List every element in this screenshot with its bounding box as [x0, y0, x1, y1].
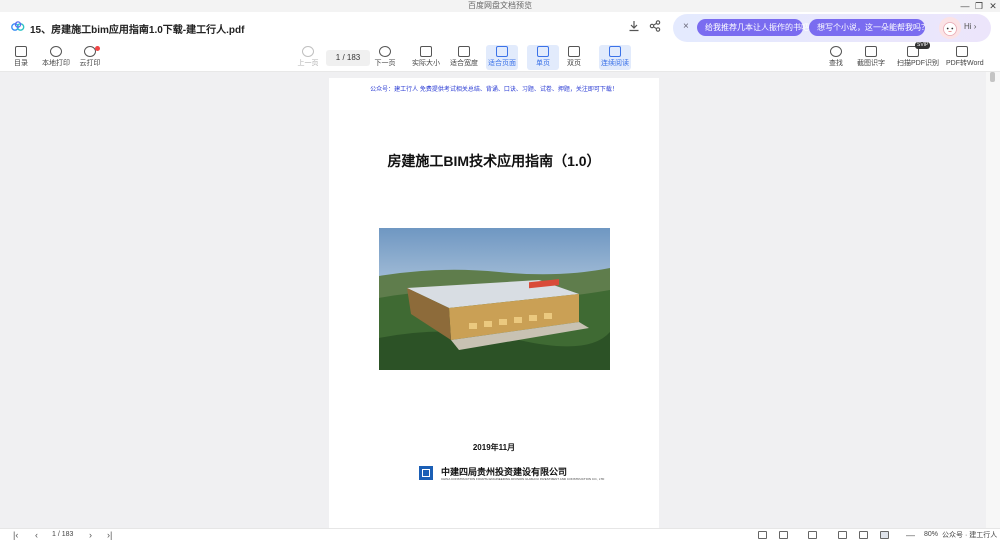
- find-button[interactable]: 查找: [820, 45, 852, 70]
- local-print-button[interactable]: 本地打印: [40, 45, 72, 70]
- notification-dot: [95, 46, 100, 51]
- continuous-view-icon[interactable]: [808, 531, 817, 539]
- zoom-level[interactable]: 80%: [924, 529, 938, 541]
- local-print-label: 本地打印: [42, 60, 70, 67]
- window-titlebar: 百度网盘文档预览 — ❐ ✕: [0, 0, 1000, 12]
- cloud-print-button[interactable]: 云打印: [74, 45, 106, 70]
- search-icon: [830, 46, 842, 57]
- prev-page-label: 上一页: [297, 60, 319, 67]
- pdf-to-word-label: PDF转Word: [946, 60, 984, 67]
- fit-page-button[interactable]: 适合页面: [486, 45, 518, 70]
- ai-avatar[interactable]: [939, 17, 961, 39]
- screenshot-ocr-label: 截图识字: [857, 60, 885, 67]
- first-page-icon[interactable]: |‹: [13, 529, 18, 541]
- pdf-to-word-icon: [956, 46, 968, 57]
- vertical-scrollbar[interactable]: [986, 72, 1000, 528]
- scrollbar-thumb[interactable]: [990, 72, 995, 82]
- company-name-en: CHINA CONSTRUCTION FOURTH ENGINEERING DI…: [441, 477, 605, 481]
- actual-size-view-icon[interactable]: [838, 531, 847, 539]
- prev-page-icon[interactable]: ‹: [35, 529, 38, 541]
- continuous-read-label: 连续阅读: [601, 60, 629, 67]
- watermark-text: 公众号 · 建工行人: [942, 532, 998, 539]
- file-name: 15、房建施工bim应用指南1.0下载-建工行人.pdf: [30, 25, 245, 36]
- viewer-toolbar: 目录 本地打印 云打印 上一页 1 / 183 下一页 实际大小 适合宽度 适合…: [0, 42, 1000, 72]
- document-date: 2019年11月: [472, 443, 516, 452]
- continuous-read-button[interactable]: 连续阅读: [599, 45, 631, 70]
- fit-width-button[interactable]: 适合宽度: [448, 45, 480, 70]
- next-page-button[interactable]: 下一页: [369, 45, 401, 70]
- status-bar: |‹ ‹ 1 / 183 › ›| — 80% 公众号 · 建工行人: [0, 528, 1000, 541]
- double-page-label: 双页: [567, 60, 581, 67]
- cloud-print-label: 云打印: [79, 60, 101, 67]
- file-header: 15、房建施工bim应用指南1.0下载-建工行人.pdf × 给我推荐几本让人振…: [0, 12, 1000, 42]
- window-title: 百度网盘文档预览: [468, 1, 532, 10]
- fit-width-icon: [458, 46, 470, 57]
- actual-size-button[interactable]: 实际大小: [410, 45, 442, 70]
- toc-label: 目录: [14, 60, 28, 67]
- single-page-view-icon[interactable]: [758, 531, 767, 539]
- scan-pdf-label: 扫描PDF识别: [897, 60, 939, 67]
- close-button[interactable]: ✕: [986, 0, 1000, 12]
- double-page-view-icon[interactable]: [779, 531, 788, 539]
- fit-width-label: 适合宽度: [450, 60, 478, 67]
- double-page-icon: [568, 46, 580, 57]
- arrow-up-icon: [302, 46, 314, 57]
- download-icon[interactable]: [628, 20, 640, 32]
- company-logo-icon: [419, 466, 433, 480]
- company-block: 中建四局贵州投资建设有限公司 CHINA CONSTRUCTION FOURTH…: [419, 464, 604, 482]
- prev-page-button[interactable]: 上一页: [292, 45, 324, 70]
- scan-pdf-ocr-button[interactable]: SVIP 扫描PDF识别: [897, 42, 939, 70]
- baidu-netdisk-logo-icon: [11, 21, 25, 31]
- window-controls: — ❐ ✕: [958, 0, 1000, 12]
- screenshot-ocr-button[interactable]: 截图识字: [855, 45, 887, 70]
- single-page-button[interactable]: 单页: [527, 45, 559, 70]
- find-label: 查找: [829, 60, 843, 67]
- actual-size-label: 实际大小: [412, 60, 440, 67]
- screenshot-icon: [865, 46, 877, 57]
- document-page: 公众号：建工行人 免费提供考试相关总结、背诵、口诀、习题、试卷、押题，关注即可下…: [329, 78, 659, 528]
- page-number-input[interactable]: 1 / 183: [326, 50, 370, 66]
- document-title: 房建施工BIM技术应用指南（1.0）: [387, 153, 601, 169]
- minimize-button[interactable]: —: [958, 0, 972, 12]
- svip-badge: SVIP: [915, 42, 931, 49]
- share-icon[interactable]: [649, 20, 661, 32]
- toc-icon: [15, 46, 27, 57]
- toc-button[interactable]: 目录: [5, 45, 37, 70]
- single-page-label: 单页: [536, 60, 550, 67]
- ai-suggestion-chip-novel[interactable]: 想写个小说，这一朵能帮我吗？: [809, 19, 929, 36]
- ai-suggestion-chip-books[interactable]: 给我推荐几本让人振作的书吧: [697, 19, 809, 36]
- pdf-to-word-button[interactable]: PDF转Word: [946, 45, 984, 70]
- actual-size-icon: [420, 46, 432, 57]
- ai-panel-close-icon[interactable]: ×: [683, 21, 689, 32]
- next-page-label: 下一页: [374, 60, 396, 67]
- double-page-button[interactable]: 双页: [558, 45, 590, 70]
- fit-page-view-icon[interactable]: [880, 531, 889, 539]
- fit-page-label: 适合页面: [488, 60, 516, 67]
- single-page-icon: [537, 46, 549, 57]
- ai-assistant-panel: × 给我推荐几本让人振作的书吧 想写个小说，这一朵能帮我吗？ Hi ›: [673, 14, 991, 42]
- ai-greeting[interactable]: Hi ›: [964, 22, 976, 31]
- last-page-icon[interactable]: ›|: [107, 529, 112, 541]
- document-notice: 公众号：建工行人 免费提供考试相关总结、背诵、口诀、习题、试卷、押题，关注即可下…: [370, 87, 618, 93]
- next-page-icon[interactable]: ›: [89, 529, 92, 541]
- zoom-out-icon[interactable]: —: [906, 529, 915, 541]
- continuous-read-icon: [609, 46, 621, 57]
- fit-page-icon: [496, 46, 508, 57]
- status-page-indicator[interactable]: 1 / 183: [52, 529, 73, 541]
- maximize-button[interactable]: ❐: [972, 0, 986, 12]
- fit-width-view-icon[interactable]: [859, 531, 868, 539]
- printer-icon: [50, 46, 62, 57]
- building-rendering-image: [379, 228, 610, 370]
- arrow-down-icon: [379, 46, 391, 57]
